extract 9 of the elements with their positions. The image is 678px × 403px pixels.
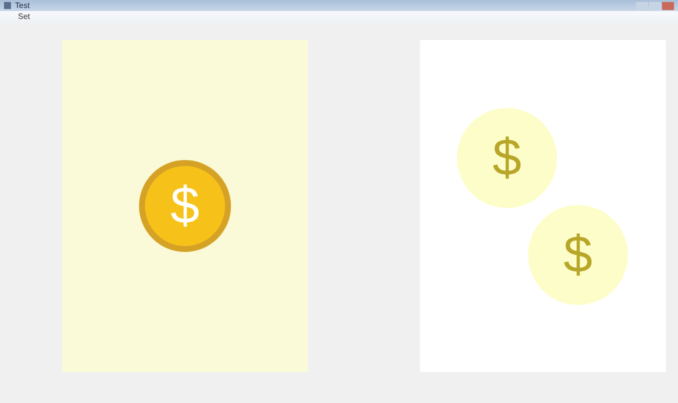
close-button[interactable]: [662, 2, 674, 10]
maximize-button[interactable]: [649, 2, 661, 10]
window-title: Test: [15, 0, 30, 10]
app-icon: [4, 2, 11, 9]
coin: $: [528, 205, 628, 305]
coin: $: [457, 108, 557, 208]
menu-item[interactable]: Set: [14, 11, 34, 23]
minimize-button[interactable]: [636, 2, 648, 10]
coin: $: [139, 160, 231, 252]
